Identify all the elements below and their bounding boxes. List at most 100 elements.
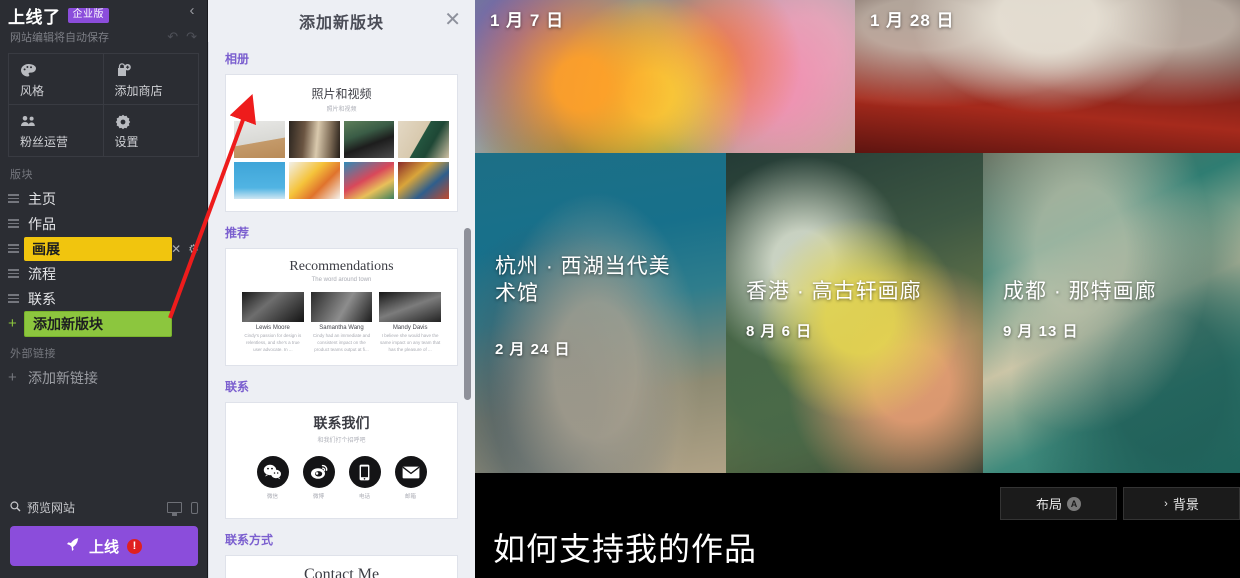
drag-handle-icon[interactable]: [8, 217, 24, 230]
wechat-icon: [256, 456, 289, 489]
list-item: Mandy Davis I believe she would have the…: [379, 292, 441, 353]
social-icon-row: 微信 微博 电话 邮箱: [234, 456, 449, 500]
palette-icon: [20, 61, 103, 80]
device-toggle-group[interactable]: [167, 501, 198, 516]
gallery-tile-2[interactable]: 1 月 28 日: [855, 0, 1240, 153]
add-link-label: 添加新链接: [28, 369, 98, 386]
sidebar-item-exhibition[interactable]: 画展 ✕ ⚙: [0, 236, 207, 261]
person-name: Lewis Moore: [255, 325, 290, 331]
section-card-photo-video[interactable]: 照片和视频 照片和视频: [225, 74, 458, 212]
card-title: 照片和视频: [311, 87, 372, 101]
plus-icon: +: [8, 369, 17, 386]
gallery-tile-3[interactable]: 杭州 · 西湖当代美术馆 2 月 24 日: [475, 153, 726, 473]
drag-handle-icon[interactable]: [8, 242, 24, 255]
card-subtitle: 和我们打个招呼吧: [317, 438, 366, 445]
card-subtitle: The word around town: [311, 277, 372, 283]
chevron-left-icon[interactable]: ‹: [184, 2, 200, 19]
avatar: [242, 292, 304, 322]
drag-handle-icon[interactable]: [8, 292, 24, 305]
add-section-panel: 添加新版块 ✕ 相册 照片和视频 照片和视频 推荐 Recommendation…: [208, 0, 475, 578]
sidebar-item-label: 画展: [24, 236, 172, 261]
gear-icon: [115, 112, 199, 131]
social-phone: 电话: [348, 456, 381, 500]
sidebar-header: 上线了 企业版 ‹: [0, 0, 207, 28]
gear-icon[interactable]: ⚙: [188, 242, 199, 256]
social-label: 邮箱: [404, 494, 416, 501]
sections-header: 版块: [10, 169, 33, 181]
thumbnail-grid: [234, 121, 449, 199]
thumbnail: [234, 162, 285, 199]
phone-icon: [348, 456, 381, 489]
undo-redo-group[interactable]: ↶ ↷: [167, 29, 197, 45]
gallery-tile-5[interactable]: 成都 · 那特画廊 9 月 13 日: [983, 153, 1240, 473]
panel-body: 相册 照片和视频 照片和视频 推荐 Recommendations The wo…: [208, 42, 475, 578]
close-icon[interactable]: ✕: [444, 10, 461, 30]
avatar: [310, 292, 373, 322]
person-quote: I believe she would have the same impact…: [380, 333, 441, 352]
chevron-right-icon: ›: [1164, 497, 1168, 510]
sidebar-item-process[interactable]: 流程: [0, 261, 207, 286]
layout-button[interactable]: 布局 A: [1000, 487, 1117, 520]
canvas-toolbar: 布局 A › 背景: [1000, 487, 1240, 520]
thumbnail: [234, 121, 285, 158]
social-wechat: 微信: [256, 456, 289, 500]
sidebar-item-works[interactable]: 作品: [0, 211, 207, 236]
person-quote: Cindy had an immediate and consistent im…: [312, 333, 371, 352]
redo-icon[interactable]: ↷: [186, 29, 197, 45]
drag-handle-icon[interactable]: [8, 192, 24, 205]
person-name: Samantha Wang: [319, 325, 364, 331]
quick-actions-grid: 风格 添加商店 粉丝运营 设置: [8, 53, 199, 157]
quick-action-style[interactable]: 风格: [9, 54, 104, 105]
layout-shortcut-key: A: [1067, 496, 1081, 511]
quick-action-settings-label: 设置: [114, 135, 139, 149]
sidebar-item-home[interactable]: 主页: [0, 186, 207, 211]
add-section-button[interactable]: + 添加新版块: [0, 310, 207, 337]
thumbnail: [343, 121, 395, 158]
gallery-tile-4[interactable]: 香港 · 高古轩画廊 8 月 6 日: [726, 153, 983, 473]
row-actions[interactable]: ✕ ⚙: [171, 242, 199, 256]
section-card-recommendations[interactable]: Recommendations The word around town Lew…: [225, 248, 458, 367]
preview-site-button[interactable]: 预览网站: [10, 499, 75, 516]
card-title: Recommendations: [289, 259, 394, 274]
close-icon[interactable]: ✕: [171, 242, 181, 256]
rocket-icon: [66, 537, 81, 556]
section-card-contact-social[interactable]: 联系我们 和我们打个招呼吧 微信 微博 电话 邮箱: [225, 402, 458, 520]
tile-date: 8 月 6 日: [746, 323, 813, 340]
thumbnail: [398, 162, 449, 199]
thumbnail: [343, 162, 395, 199]
sidebar-item-label: 联系: [28, 290, 56, 307]
publish-label: 上线: [88, 538, 119, 556]
brand-logo[interactable]: 上线了 企业版: [8, 3, 199, 28]
quick-action-shop-label: 添加商店: [114, 84, 163, 98]
section-card-contact-me[interactable]: Contact Me Let's grab a cup!: [225, 555, 458, 578]
preview-site-label: 预览网站: [27, 501, 76, 515]
desktop-icon[interactable]: [167, 502, 182, 516]
sidebar-item-label: 主页: [28, 190, 56, 207]
quick-action-shop[interactable]: 添加商店: [103, 54, 198, 105]
quick-action-style-label: 风格: [20, 84, 45, 98]
logo-text: 上线了: [8, 8, 61, 28]
gallery-tile-1[interactable]: 1 月 7 日: [475, 0, 855, 153]
fans-icon: [20, 112, 103, 131]
sidebar-item-label: 流程: [28, 265, 56, 282]
quick-action-fans[interactable]: 粉丝运营: [9, 105, 104, 156]
tile-date: 9 月 13 日: [1003, 323, 1079, 340]
category-header-album: 相册: [225, 52, 250, 66]
background-button[interactable]: › 背景: [1123, 487, 1240, 520]
tile-date: 1 月 28 日: [870, 11, 955, 30]
mobile-icon[interactable]: [191, 501, 198, 514]
drag-handle-icon[interactable]: [8, 267, 24, 280]
sidebar-footer: 预览网站 上线 !: [0, 499, 208, 578]
undo-icon[interactable]: ↶: [167, 29, 178, 45]
thumbnail: [288, 121, 340, 158]
sidebar-item-contact[interactable]: 联系: [0, 286, 207, 311]
add-link-button[interactable]: + 添加新链接: [0, 365, 207, 390]
mail-icon: [394, 456, 427, 489]
panel-scrollbar[interactable]: [464, 228, 471, 400]
publish-button[interactable]: 上线 !: [10, 526, 198, 566]
status-badge: !: [127, 538, 142, 554]
quick-action-settings[interactable]: 设置: [104, 105, 199, 156]
panel-header: 添加新版块 ✕: [208, 0, 475, 42]
tile-date: 1 月 7 日: [490, 11, 565, 30]
editor-sidebar: 上线了 企业版 ‹ 网站编辑将自动保存 ↶ ↷ 风格 添加商店 粉丝运营 设置 …: [0, 0, 208, 578]
